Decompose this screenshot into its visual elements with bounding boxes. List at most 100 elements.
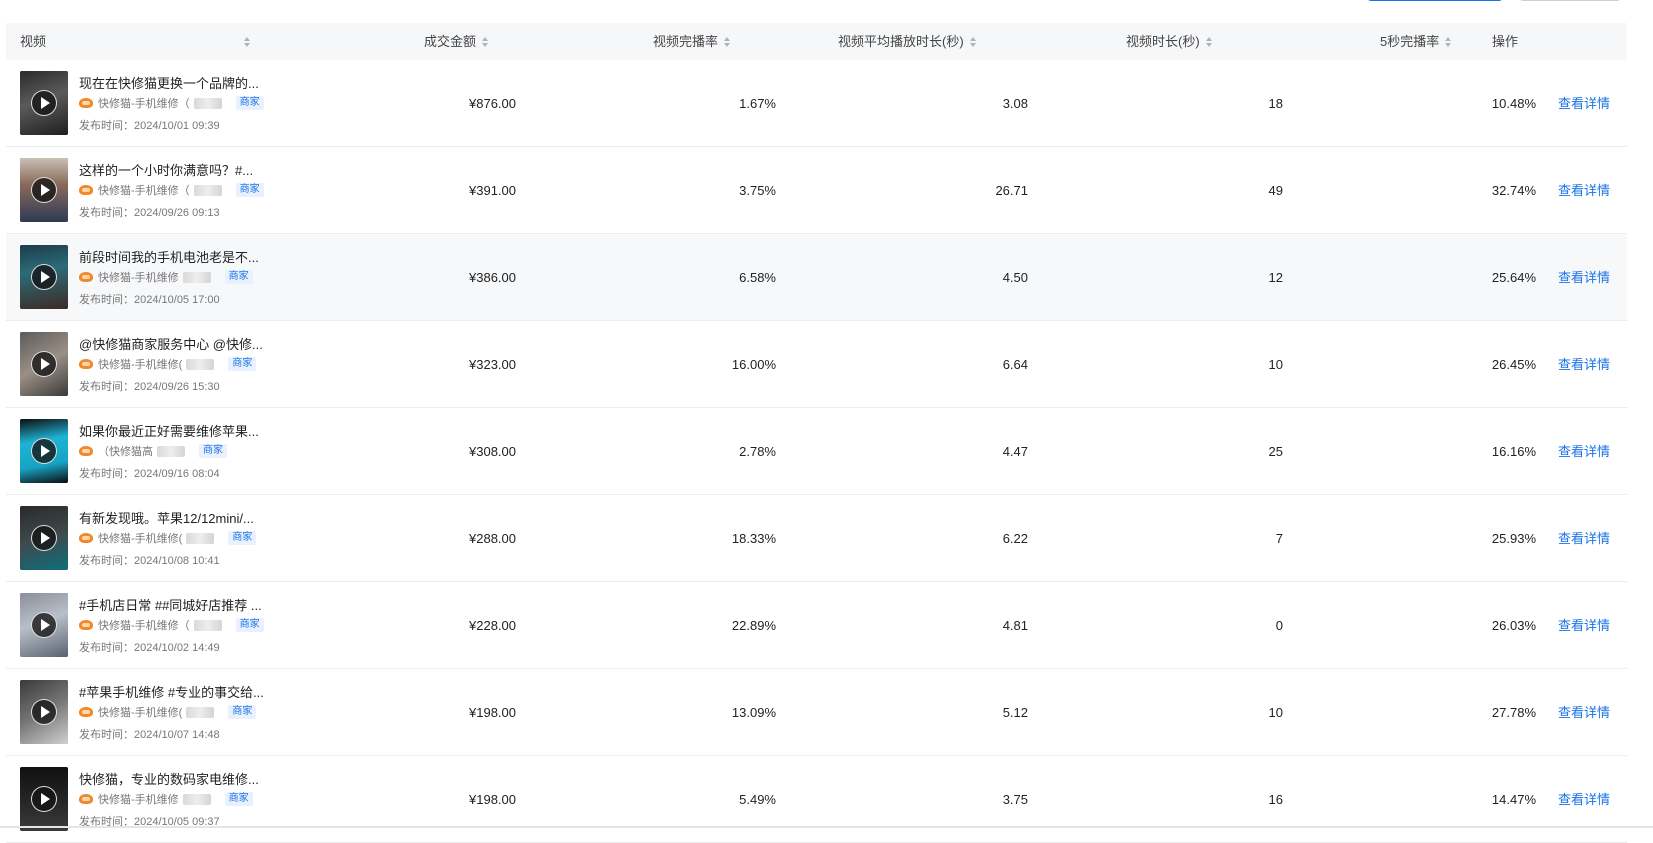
view-details-link[interactable]: 查看详情 <box>1558 60 1618 147</box>
header-avg-play-label: 视频平均播放时长(秒) <box>838 34 964 49</box>
sort-icon[interactable] <box>969 36 976 47</box>
header-completion-rate[interactable]: 视频完播率 <box>653 23 731 60</box>
table-header: 视频 成交金额 视频完播率 视频平均播放时长(秒) 视频时长(秒) 5秒完播率 … <box>6 23 1627 60</box>
play-icon[interactable] <box>31 264 57 290</box>
video-data-table: 视频 成交金额 视频完播率 视频平均播放时长(秒) 视频时长(秒) 5秒完播率 … <box>6 23 1627 843</box>
avg-play-cell: 4.50 <box>1002 270 1028 285</box>
video-title[interactable]: 有新发现哦。苹果12/12mini/... <box>79 508 254 527</box>
table-row[interactable]: #手机店日常 ##同城好店推荐 ... 快修猫-手机维修（ 商家 发布时间：20… <box>6 582 1627 669</box>
video-title[interactable]: @快修猫商家服务中心 @快修... <box>79 334 263 353</box>
video-thumbnail[interactable] <box>20 419 68 483</box>
play-icon[interactable] <box>31 612 57 638</box>
header-duration[interactable]: 视频时长(秒) <box>1126 23 1212 60</box>
completion-rate-cell: 5.49% <box>739 792 776 807</box>
sort-icon[interactable] <box>482 36 489 47</box>
blurred-text <box>193 619 222 631</box>
sort-icon[interactable] <box>1205 36 1212 47</box>
completion-rate-cell: 3.75% <box>739 183 776 198</box>
view-details-link[interactable]: 查看详情 <box>1558 582 1618 669</box>
duration-cell: 49 <box>1268 183 1283 198</box>
author-name: （快修猫高 <box>98 446 153 458</box>
table-row[interactable]: @快修猫商家服务中心 @快修... 快修猫-手机维修( 商家 发布时间：2024… <box>6 321 1627 408</box>
completion-rate-cell: 6.58% <box>739 270 776 285</box>
publish-time: 发布时间：2024/10/01 09:39 <box>79 120 220 132</box>
view-details-link[interactable]: 查看详情 <box>1558 669 1618 756</box>
view-details-link[interactable]: 查看详情 <box>1558 147 1618 234</box>
view-details-link[interactable]: 查看详情 <box>1558 321 1618 408</box>
video-title[interactable]: 现在在快修猫更换一个品牌的... <box>79 73 259 92</box>
video-thumbnail[interactable] <box>20 332 68 396</box>
sort-icon[interactable] <box>244 36 250 47</box>
completion-rate-cell: 1.67% <box>739 96 776 111</box>
header-five-sec-rate[interactable]: 5秒完播率 <box>1380 23 1452 60</box>
header-duration-label: 视频时长(秒) <box>1126 34 1200 49</box>
duration-cell: 25 <box>1268 444 1283 459</box>
view-details-link[interactable]: 查看详情 <box>1558 756 1618 843</box>
header-video-sort[interactable] <box>238 23 250 60</box>
toolbar-primary-button[interactable] <box>1367 0 1503 1</box>
blurred-text <box>186 532 215 544</box>
play-icon[interactable] <box>31 438 57 464</box>
video-thumbnail[interactable] <box>20 158 68 222</box>
avatar-icon <box>79 184 93 196</box>
publish-time: 发布时间：2024/10/08 10:41 <box>79 555 220 567</box>
blurred-text <box>182 271 211 283</box>
five-sec-rate-cell: 27.78% <box>1491 705 1536 720</box>
video-title[interactable]: #手机店日常 ##同城好店推荐 ... <box>79 595 262 614</box>
sort-icon[interactable] <box>724 36 731 47</box>
video-thumbnail[interactable] <box>20 593 68 657</box>
avg-play-cell: 4.47 <box>1002 444 1028 459</box>
table-row[interactable]: 快修猫，专业的数码家电维修... 快修猫-手机维修 商家 发布时间：2024/1… <box>6 756 1627 843</box>
merchant-badge: 商家 <box>199 444 227 458</box>
play-icon[interactable] <box>31 177 57 203</box>
video-author: 快修猫-手机维修（ 商家 <box>79 95 264 111</box>
view-details-link[interactable]: 查看详情 <box>1558 495 1618 582</box>
header-video[interactable]: 视频 <box>20 23 46 60</box>
play-icon[interactable] <box>31 786 57 812</box>
header-amount[interactable]: 成交金额 <box>424 23 489 60</box>
blurred-text <box>186 706 215 718</box>
video-thumbnail[interactable] <box>20 71 68 135</box>
view-details-link[interactable]: 查看详情 <box>1558 408 1618 495</box>
video-title[interactable]: 如果你最近正好需要维修苹果... <box>79 421 259 440</box>
completion-rate-cell: 2.78% <box>739 444 776 459</box>
video-title[interactable]: 这样的一个小时你满意吗？#... <box>79 160 253 179</box>
table-row[interactable]: 现在在快修猫更换一个品牌的... 快修猫-手机维修（ 商家 发布时间：2024/… <box>6 60 1627 147</box>
video-thumbnail[interactable] <box>20 767 68 831</box>
five-sec-rate-cell: 10.48% <box>1491 96 1536 111</box>
author-name: 快修猫-手机维修( <box>98 707 183 719</box>
play-icon[interactable] <box>31 90 57 116</box>
table-row[interactable]: 这样的一个小时你满意吗？#... 快修猫-手机维修（ 商家 发布时间：2024/… <box>6 147 1627 234</box>
sort-icon[interactable] <box>1445 36 1452 47</box>
play-icon[interactable] <box>31 351 57 377</box>
video-thumbnail[interactable] <box>20 245 68 309</box>
play-icon[interactable] <box>31 699 57 725</box>
table-row[interactable]: 有新发现哦。苹果12/12mini/... 快修猫-手机维修( 商家 发布时间：… <box>6 495 1627 582</box>
header-five-sec-rate-label: 5秒完播率 <box>1380 34 1440 49</box>
toolbar-secondary-button[interactable] <box>1519 0 1621 1</box>
merchant-badge: 商家 <box>235 618 264 632</box>
video-author: 快修猫-手机维修( 商家 <box>79 704 257 720</box>
table-row[interactable]: 如果你最近正好需要维修苹果... （快修猫高 商家 发布时间：2024/09/1… <box>6 408 1627 495</box>
video-thumbnail[interactable] <box>20 506 68 570</box>
header-amount-label: 成交金额 <box>424 34 477 49</box>
blurred-text <box>157 445 185 457</box>
video-thumbnail[interactable] <box>20 680 68 744</box>
table-row[interactable]: 前段时间我的手机电池老是不... 快修猫-手机维修 商家 发布时间：2024/1… <box>6 234 1627 321</box>
header-avg-play[interactable]: 视频平均播放时长(秒) <box>838 23 976 60</box>
table-row[interactable]: #苹果手机维修 #专业的事交给... 快修猫-手机维修( 商家 发布时间：202… <box>6 669 1627 756</box>
top-toolbar <box>0 0 1653 22</box>
amount-cell: ¥386.00 <box>469 270 516 285</box>
amount-cell: ¥288.00 <box>469 531 516 546</box>
video-title[interactable]: 快修猫，专业的数码家电维修... <box>79 769 259 788</box>
video-title[interactable]: #苹果手机维修 #专业的事交给... <box>79 682 264 701</box>
avatar-icon <box>79 445 93 457</box>
view-details-link[interactable]: 查看详情 <box>1558 234 1618 321</box>
play-icon[interactable] <box>31 525 57 551</box>
author-name: 快修猫-手机维修（ <box>98 185 190 197</box>
video-title[interactable]: 前段时间我的手机电池老是不... <box>79 247 259 266</box>
blurred-text <box>193 97 222 109</box>
header-completion-rate-label: 视频完播率 <box>653 34 719 49</box>
avatar-icon <box>79 271 93 283</box>
publish-time: 发布时间：2024/09/26 15:30 <box>79 381 220 393</box>
